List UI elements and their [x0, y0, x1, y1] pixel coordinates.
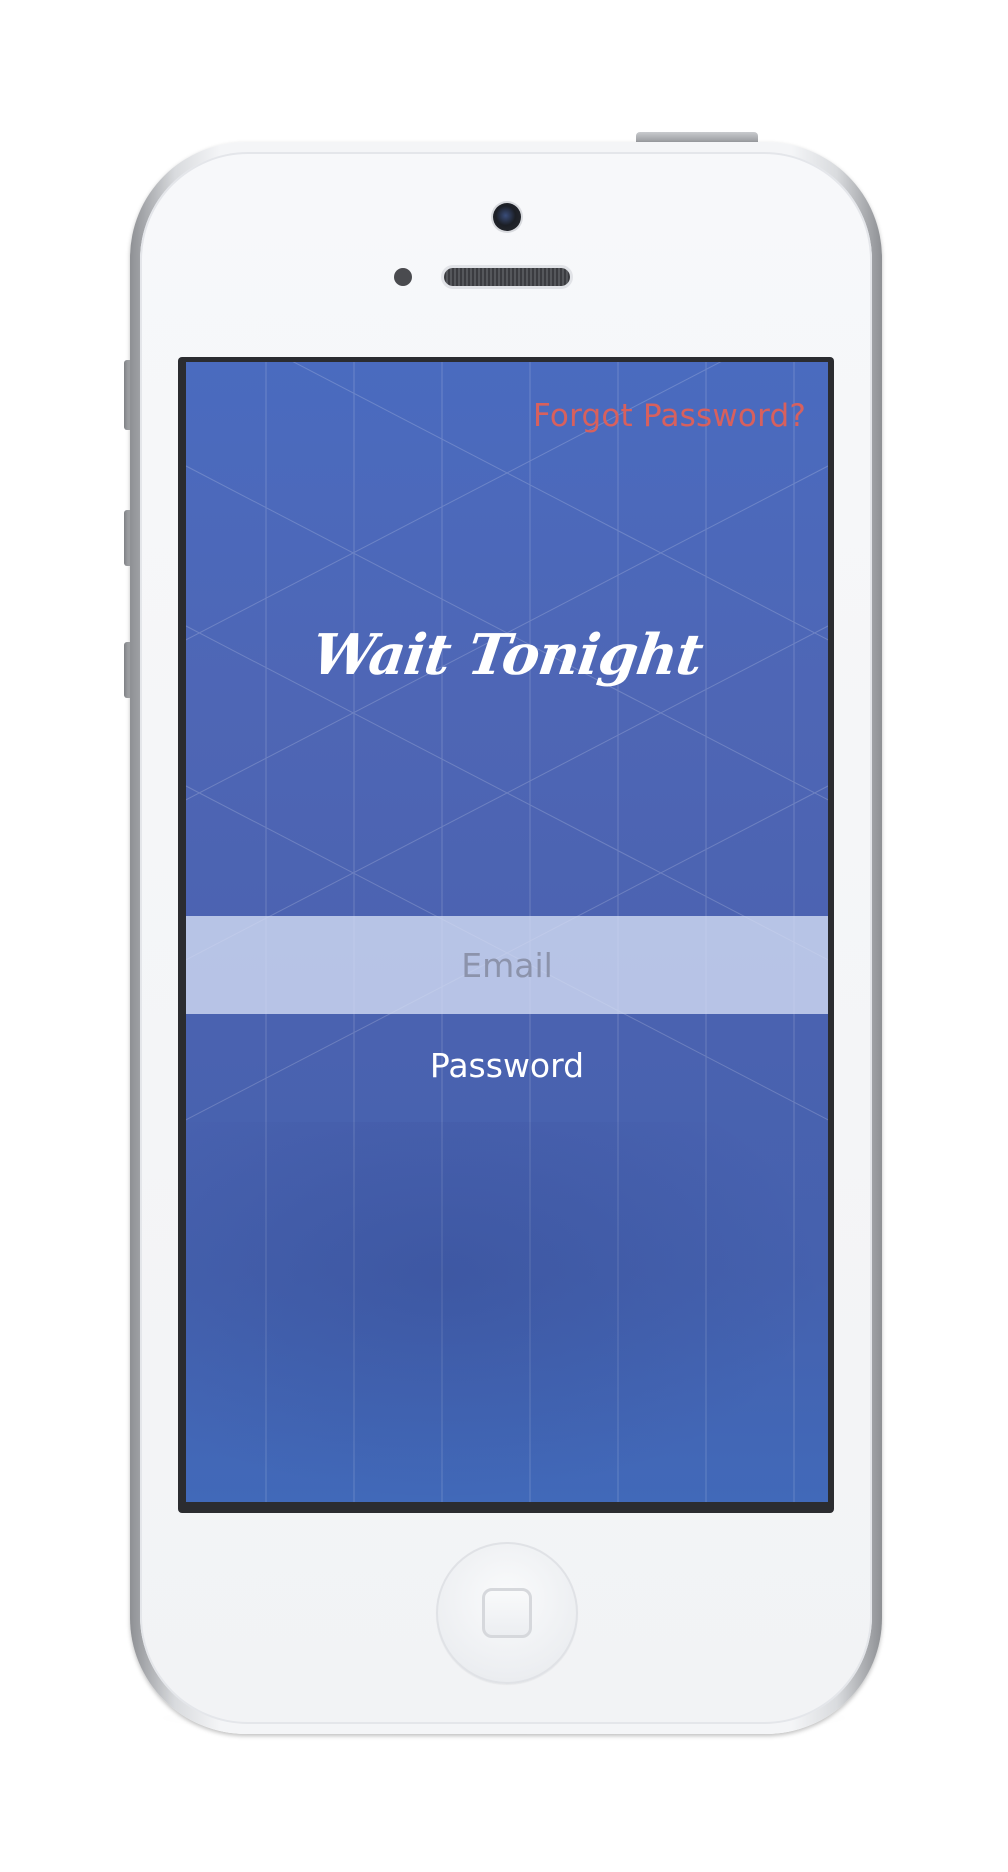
home-square-icon — [482, 1588, 532, 1638]
power-button — [636, 132, 758, 142]
home-button[interactable] — [436, 1542, 578, 1684]
proximity-sensor — [394, 268, 412, 286]
forgot-password-link[interactable]: Forgot Password? — [533, 398, 806, 434]
front-camera — [493, 203, 521, 231]
password-placeholder: Password — [429, 1045, 585, 1085]
earpiece-speaker — [444, 268, 570, 286]
password-field[interactable]: Password — [186, 1016, 828, 1114]
email-placeholder: Email — [461, 945, 553, 985]
app-screen: Forgot Password? Wait Tonight Email Pass… — [186, 362, 828, 1502]
app-title: Wait Tonight — [307, 622, 707, 688]
device-mockup: Forgot Password? Wait Tonight Email Pass… — [0, 0, 1008, 1872]
email-field[interactable]: Email — [186, 916, 828, 1014]
background-haze — [186, 1122, 828, 1502]
